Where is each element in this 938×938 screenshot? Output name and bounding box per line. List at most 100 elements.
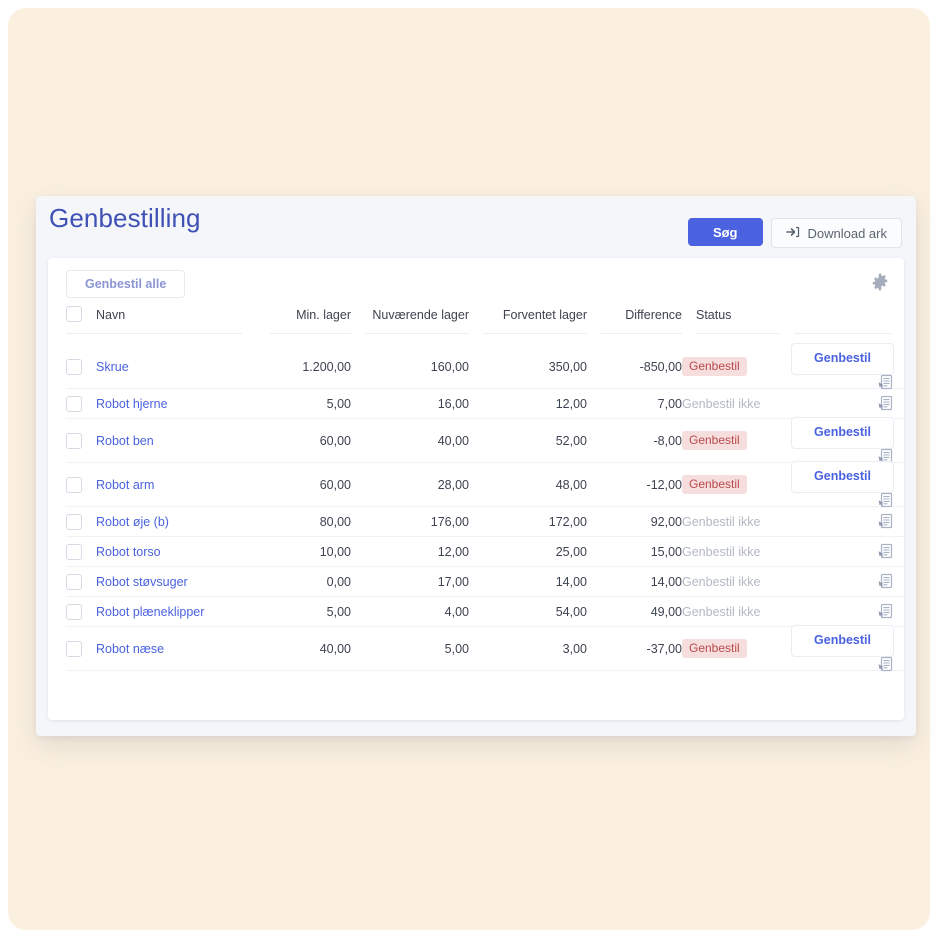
note-document-icon[interactable] [877,656,894,673]
row-checkbox[interactable] [66,476,82,493]
row-checkbox[interactable] [66,395,82,412]
row-checkbox-cell [66,536,96,567]
row-current-stock: 160,00 [351,345,469,389]
item-name-link[interactable]: Robot arm [96,478,154,492]
row-status-cell: Genbestil ikke [682,596,794,627]
row-checkbox[interactable] [66,513,82,530]
row-checkbox[interactable] [66,640,82,657]
row-current-stock: 17,00 [351,566,469,597]
row-status-cell: Genbestil [682,345,794,389]
table-body: Skrue 1.200,00 160,00 350,00 -850,00 Genbesti… [66,343,904,673]
download-sheet-button[interactable]: Download ark [770,218,902,248]
note-document-icon[interactable] [877,543,894,560]
row-difference: -8,00 [587,418,682,463]
status-text: Genbestil ikke [682,514,761,529]
row-checkbox[interactable] [66,358,82,375]
table-row: Robot næse 40,00 5,00 3,00 -37,00 Genbestil Ge… [66,625,904,673]
search-button[interactable]: Søg [687,218,763,246]
row-checkbox-cell [66,596,96,627]
table-row: Robot støvsuger 0,00 17,00 14,00 14,00 Genbes… [66,566,904,597]
item-name-link[interactable]: Skrue [96,360,129,374]
row-checkbox-cell [66,566,96,597]
reorder-button[interactable]: Genbestil [791,461,894,493]
row-checkbox[interactable] [66,603,82,620]
row-current-stock: 5,00 [351,626,469,671]
item-name-link[interactable]: Robot øje (b) [96,515,169,529]
row-checkbox-cell [66,388,96,419]
item-name-link[interactable]: Robot plæneklipper [96,605,204,619]
header-actions: Søg Download ark [687,218,902,248]
row-action-column [794,596,904,627]
table-row: Robot ben 60,00 40,00 52,00 -8,00 Genbestil Ge… [66,417,904,464]
header-cell-diff: Difference [587,306,682,345]
row-expected-stock: 12,00 [469,388,587,419]
header-cell-min: Min. lager [256,306,351,345]
reorder-table: Navn Min. lager Nuværende lager Forvente… [66,306,904,673]
row-current-stock: 12,00 [351,536,469,567]
table-header-row: Navn Min. lager Nuværende lager Forvente… [66,306,904,345]
row-checkbox-cell [66,506,96,537]
row-action-column: Genbestil [791,625,904,673]
item-name-link[interactable]: Robot næse [96,642,164,656]
header-label-name: Navn [96,308,242,334]
row-status-cell: Genbestil [682,462,794,507]
reorder-button[interactable]: Genbestil [791,625,894,657]
page-title: Genbestilling [49,203,201,233]
reorder-all-button[interactable]: Genbestil alle [66,270,186,298]
header-label-status: Status [696,308,780,334]
status-badge: Genbestil [682,475,747,494]
row-checkbox[interactable] [66,543,82,560]
table-row: Robot øje (b) 80,00 176,00 172,00 92,00 Genbe… [66,506,904,537]
row-min-stock: 60,00 [256,418,351,463]
row-name-cell: Robot torso [96,536,256,567]
app-header: Genbestilling Søg Download ark [36,196,916,258]
row-min-stock: 1.200,00 [256,345,351,389]
note-document-icon[interactable] [877,573,894,590]
row-status-cell: Genbestil ikke [682,566,794,597]
row-status-cell: Genbestil ikke [682,388,794,419]
row-min-stock: 5,00 [256,596,351,627]
header-label-expected: Forventet lager [483,308,587,334]
item-name-link[interactable]: Robot torso [96,545,161,559]
header-cell-current: Nuværende lager [351,306,469,345]
row-checkbox-cell [66,345,96,389]
table-header: Navn Min. lager Nuværende lager Forvente… [66,306,904,345]
status-text: Genbestil ikke [682,396,761,411]
note-document-icon[interactable] [877,395,894,412]
status-text: Genbestil ikke [682,544,761,559]
row-difference: -12,00 [587,462,682,507]
reorder-button[interactable]: Genbestil [791,343,894,375]
row-action-column [794,388,904,419]
row-action-cell: Genbestil [791,625,904,673]
row-action-cell: Genbestil [791,417,904,464]
row-min-stock: 0,00 [256,566,351,597]
row-current-stock: 176,00 [351,506,469,537]
note-document-icon[interactable] [877,513,894,530]
row-action-cell: Genbestil [791,461,904,508]
row-name-cell: Robot næse [96,626,256,671]
header-cell-status: Status [682,306,794,345]
gear-icon[interactable] [870,272,890,292]
item-name-link[interactable]: Robot ben [96,434,154,448]
row-difference: 15,00 [587,536,682,567]
note-document-icon[interactable] [877,603,894,620]
row-checkbox[interactable] [66,573,82,590]
row-name-cell: Robot øje (b) [96,506,256,537]
row-expected-stock: 3,00 [469,626,587,671]
table-row: Robot arm 60,00 28,00 48,00 -12,00 Genbestil G… [66,461,904,508]
row-checkbox-cell [66,462,96,507]
row-min-stock: 80,00 [256,506,351,537]
row-min-stock: 40,00 [256,626,351,671]
select-all-checkbox[interactable] [66,306,82,322]
header-cell-check [66,306,96,345]
row-expected-stock: 172,00 [469,506,587,537]
status-badge: Genbestil [682,639,747,658]
row-action-column: Genbestil [791,461,904,508]
row-action-column [794,506,904,537]
item-name-link[interactable]: Robot hjerne [96,397,168,411]
row-checkbox[interactable] [66,432,82,449]
reorder-button[interactable]: Genbestil [791,417,894,449]
row-min-stock: 5,00 [256,388,351,419]
row-difference: -850,00 [587,345,682,389]
item-name-link[interactable]: Robot støvsuger [96,575,188,589]
